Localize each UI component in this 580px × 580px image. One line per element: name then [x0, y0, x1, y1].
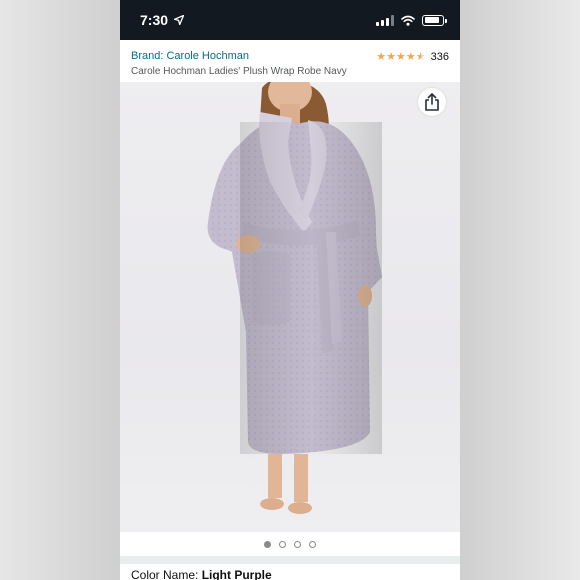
pagination-dot[interactable]: [294, 540, 301, 548]
product-image: [207, 82, 382, 514]
background-left: [0, 0, 120, 580]
pagination-dot[interactable]: [309, 540, 316, 548]
color-variation: Color Name: Light Purple: [131, 568, 272, 580]
product-header: Brand: Carole Hochman Carole Hochman Lad…: [120, 40, 460, 82]
star-half-icon: ★: [415, 50, 426, 63]
phone-screen: 7:30 Brand: Carole Hochman Carole Hochma…: [120, 0, 460, 580]
product-title: Carole Hochman Ladies' Plush Wrap Robe N…: [131, 66, 347, 77]
section-divider: [120, 556, 460, 564]
star-full-icon: ★: [376, 50, 387, 63]
star-full-icon: ★: [386, 50, 397, 63]
product-image-gallery[interactable]: [120, 82, 460, 532]
rating-count: 336: [430, 51, 449, 63]
wifi-icon: [401, 15, 415, 26]
rating-stars: ★ ★ ★ ★ ★: [376, 50, 426, 63]
star-full-icon: ★: [405, 50, 416, 63]
share-button[interactable]: [418, 88, 446, 116]
status-time: 7:30: [140, 12, 169, 28]
color-value: Light Purple: [201, 568, 272, 580]
pagination-dot[interactable]: [279, 540, 286, 548]
battery-icon: [422, 14, 447, 26]
color-label: Color Name:: [131, 568, 202, 580]
cellular-signal-icon: [376, 14, 394, 26]
pagination-dot[interactable]: [264, 540, 271, 548]
share-icon: [425, 93, 439, 111]
rating[interactable]: ★ ★ ★ ★ ★ 336: [376, 51, 449, 63]
star-full-icon: ★: [396, 50, 406, 63]
location-arrow-icon: [174, 15, 185, 25]
background-right: [460, 0, 580, 580]
battery-fill: [424, 17, 439, 23]
status-bar: 7:30: [120, 0, 460, 40]
gallery-pagination[interactable]: [120, 532, 460, 556]
